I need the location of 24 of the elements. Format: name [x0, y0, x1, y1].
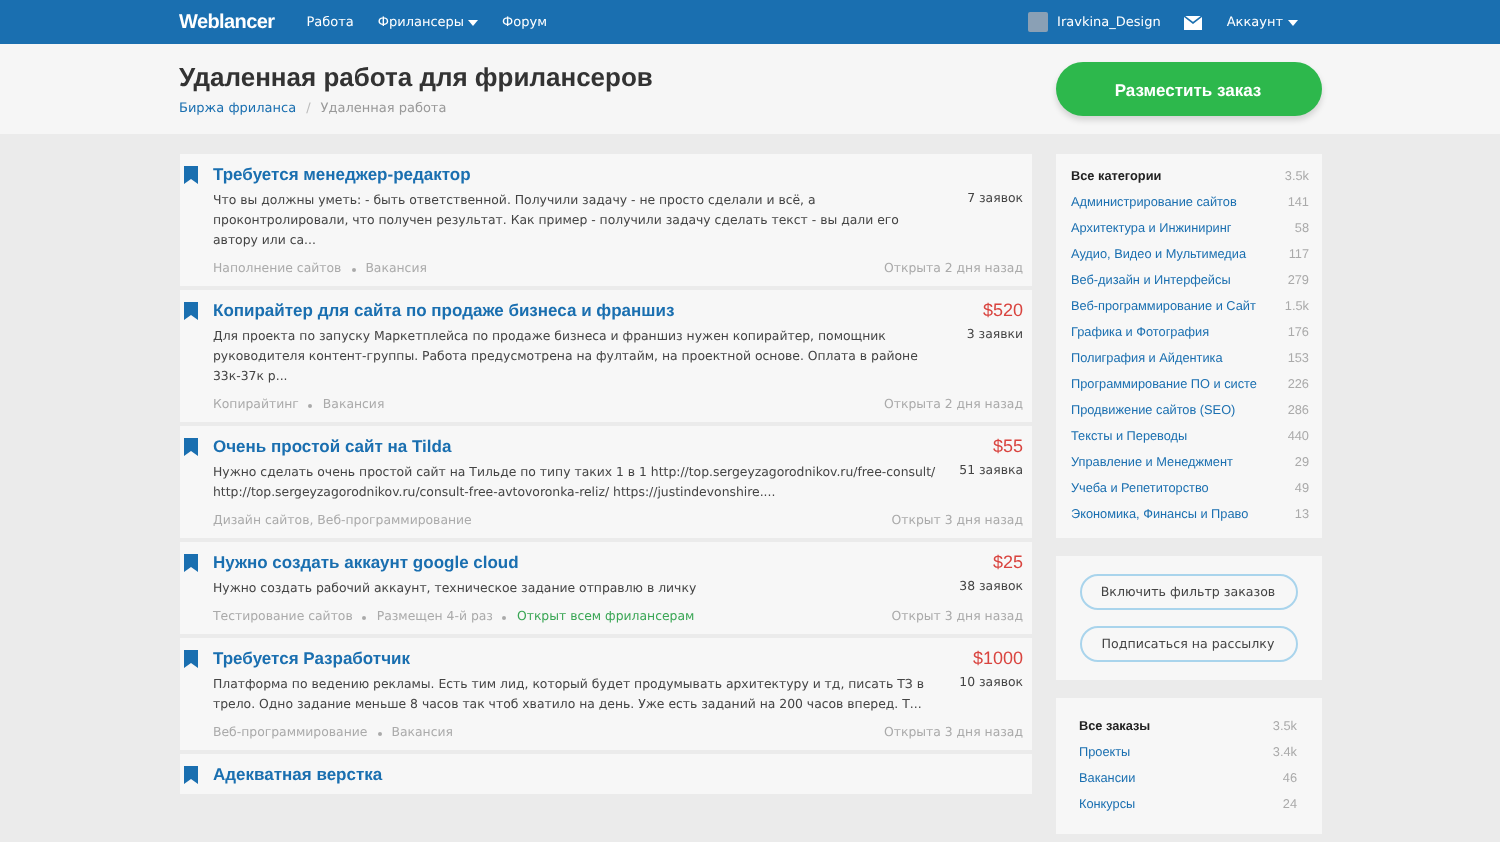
logo[interactable]: Weblancer [179, 11, 275, 33]
bookmark-icon[interactable] [183, 650, 197, 668]
bookmark-icon[interactable] [183, 554, 197, 572]
job-title[interactable]: Требуется менеджер-редактор [213, 164, 471, 184]
bookmark-icon[interactable] [183, 166, 197, 184]
job-title[interactable]: Очень простой сайт на Tilda [213, 436, 452, 456]
mail-icon[interactable] [1184, 15, 1203, 29]
job-title[interactable]: Требуется Разработчик [213, 648, 410, 668]
job-title[interactable]: Адекватная верстка [213, 764, 383, 784]
page-title: Удаленная работа для фрилансеров [179, 62, 653, 92]
bookmark-icon[interactable] [183, 766, 197, 784]
separator-dot [502, 615, 507, 619]
separator-dot [308, 403, 313, 407]
job-price: $1000 [972, 648, 1023, 668]
job-price: $25 [992, 552, 1023, 572]
separator-dot [362, 615, 367, 619]
job-title[interactable]: Копирайтер для сайта по продаже бизнеса и франшиз [213, 300, 675, 320]
job-price: $520 [982, 300, 1023, 320]
separator-dot [351, 267, 356, 271]
separator-dot [377, 731, 382, 735]
bookmark-icon[interactable] [183, 438, 197, 456]
job-price: $55 [992, 436, 1023, 456]
bookmark-icon[interactable] [183, 302, 197, 320]
job-title[interactable]: Нужно создать аккаунт google cloud [213, 552, 519, 572]
